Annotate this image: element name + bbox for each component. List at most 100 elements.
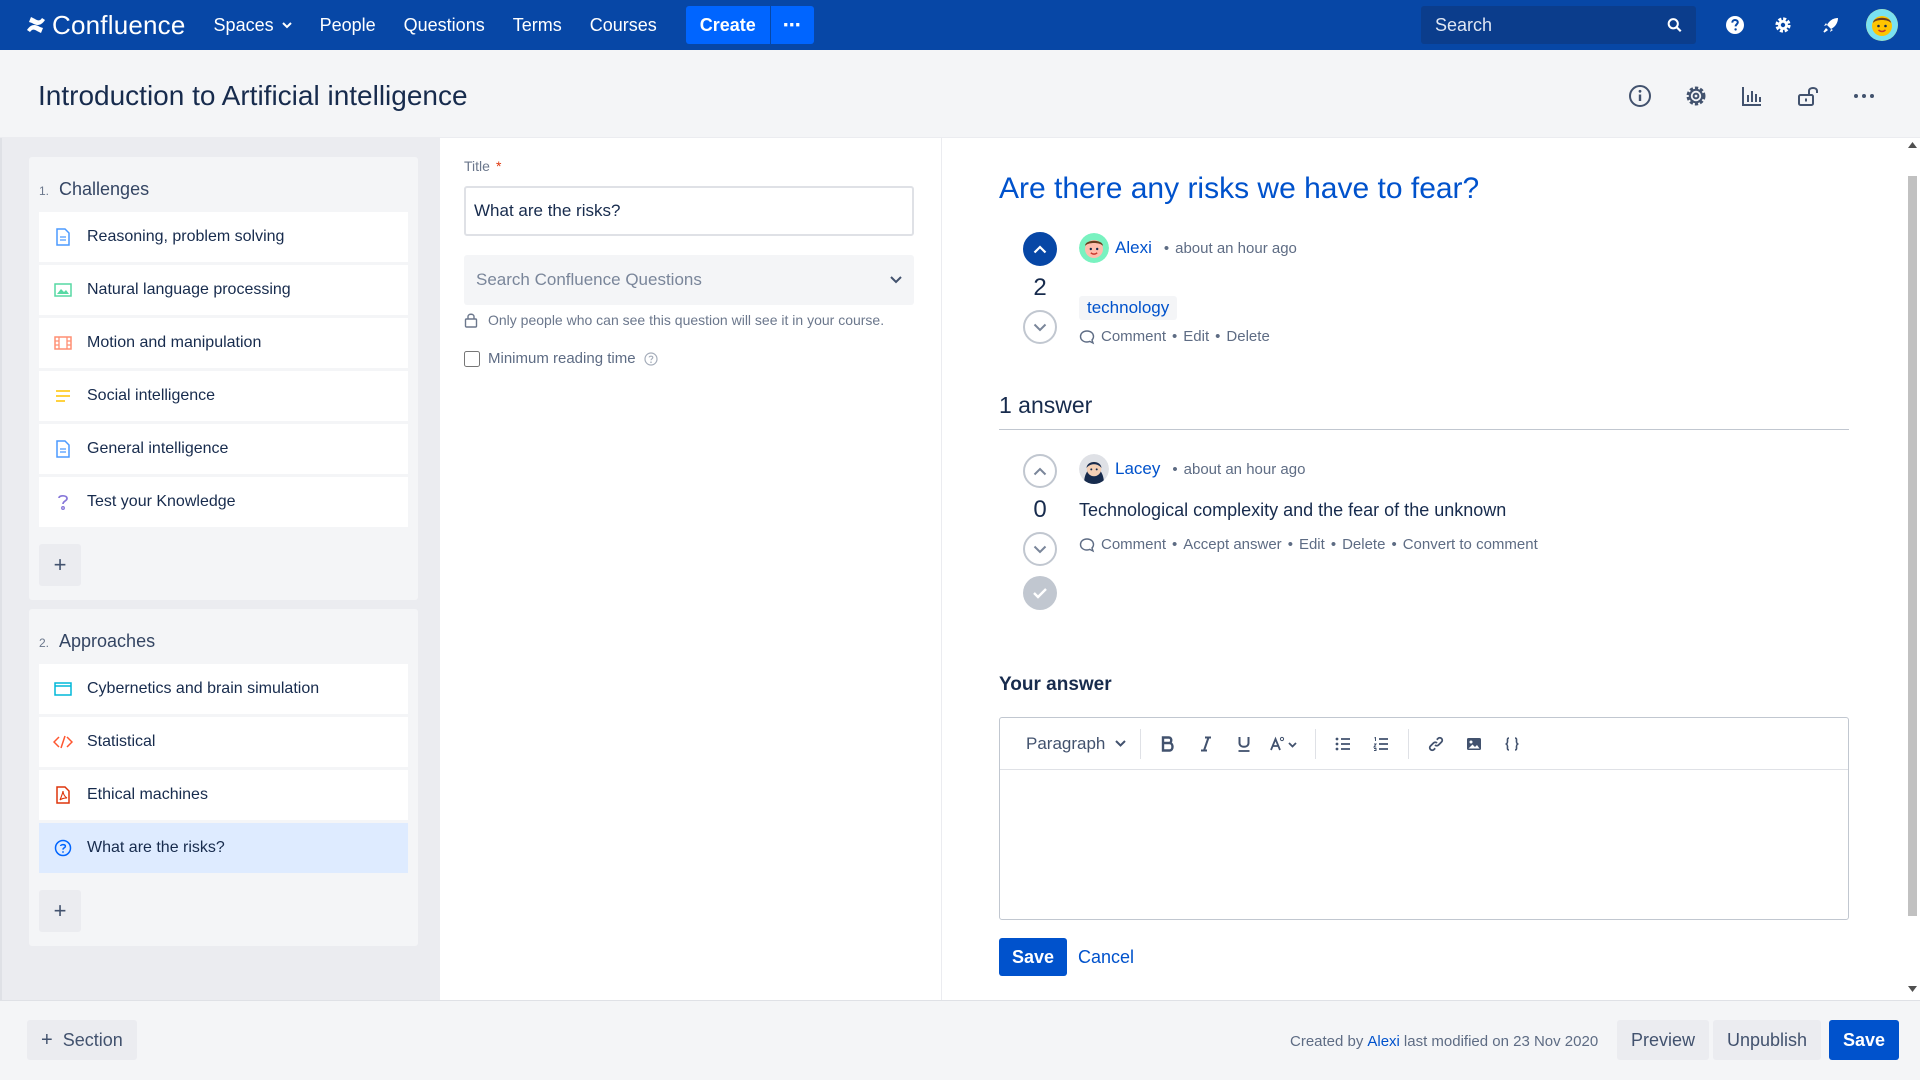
outline-item-label: Social intelligence (87, 387, 216, 404)
title-input[interactable] (464, 186, 914, 236)
page-header: Introduction to Artificial intelligence (0, 50, 1920, 138)
confluence-questions-select[interactable]: Search Confluence Questions (464, 255, 914, 305)
section-header[interactable]: 1. Challenges (39, 167, 408, 212)
question-meta: Alexi • about an hour ago (1079, 233, 1297, 263)
preview-button[interactable]: Preview (1617, 1020, 1710, 1060)
minimum-reading-checkbox[interactable] (464, 350, 480, 367)
tag-technology[interactable]: technology (1079, 296, 1178, 320)
outline-item-statistical[interactable]: Statistical (39, 717, 408, 767)
outline-item-label: Motion and manipulation (87, 334, 262, 351)
question-author[interactable]: Alexi (1115, 238, 1152, 258)
question-actions: Comment • Edit • Delete (1079, 328, 1270, 345)
outline-item-ethical[interactable]: Ethical machines (39, 770, 408, 820)
avatar[interactable] (1079, 454, 1109, 484)
editor-toolbar: Paragraph (1000, 718, 1848, 770)
comment-link[interactable]: Comment (1101, 328, 1166, 345)
page-info-button[interactable] (1622, 78, 1658, 114)
section-title: Challenges (59, 179, 150, 199)
delete-link[interactable]: Delete (1342, 536, 1385, 553)
convert-to-comment-link[interactable]: Convert to comment (1403, 536, 1538, 553)
creator-link[interactable]: Alexi (1367, 1033, 1400, 1050)
comment-link[interactable]: Comment (1101, 536, 1166, 553)
notifications-button[interactable] (1814, 8, 1848, 42)
chevron-down-icon (281, 21, 292, 28)
bold-button[interactable] (1149, 729, 1187, 759)
edit-link[interactable]: Edit (1299, 536, 1325, 553)
downvote-button[interactable] (1023, 310, 1057, 344)
accept-answer-link[interactable]: Accept answer (1183, 536, 1281, 553)
checkmark-icon (1033, 588, 1047, 599)
accept-answer-button[interactable] (1023, 576, 1057, 610)
vertical-scrollbar[interactable] (1905, 138, 1920, 1000)
outline-item-motion[interactable]: Motion and manipulation (39, 318, 408, 368)
delete-link[interactable]: Delete (1226, 328, 1269, 345)
scrollbar-thumb[interactable] (1908, 176, 1917, 916)
page-settings-button[interactable] (1678, 78, 1714, 114)
scroll-down-icon[interactable] (1908, 986, 1917, 992)
outline-item-risks[interactable]: What are the risks? (39, 823, 408, 873)
avatar-icon (1866, 9, 1898, 41)
outline-item-reasoning[interactable]: Reasoning, problem solving (39, 212, 408, 262)
text-color-icon (1270, 736, 1298, 750)
window-icon (53, 682, 73, 696)
create-more-button[interactable]: ⋯ (769, 6, 814, 44)
underline-button[interactable] (1225, 729, 1263, 759)
nav-spaces[interactable]: Spaces (214, 15, 292, 36)
avatar[interactable] (1079, 233, 1109, 263)
paragraph-style-dropdown[interactable]: Paragraph (1026, 728, 1142, 759)
answer-editor-body[interactable] (1000, 770, 1848, 920)
help-button[interactable] (1718, 8, 1752, 42)
edit-link[interactable]: Edit (1183, 328, 1209, 345)
upvote-button[interactable] (1023, 232, 1057, 266)
outline-item-nlp[interactable]: Natural language processing (39, 265, 408, 315)
outline-item-test[interactable]: Test your Knowledge (39, 477, 408, 527)
image-button[interactable] (1455, 729, 1493, 759)
save-answer-button[interactable]: Save (999, 938, 1068, 976)
text-style-dropdown[interactable] (1263, 729, 1307, 759)
page-analytics-button[interactable] (1734, 78, 1770, 114)
answer-text: Technological complexity and the fear of… (1079, 500, 1507, 520)
minimum-reading-time[interactable]: Minimum reading time (464, 350, 658, 367)
outline-item-label: Test your Knowledge (87, 493, 236, 510)
settings-button[interactable] (1766, 8, 1800, 42)
add-section-button[interactable]: + Section (27, 1020, 137, 1060)
search-icon[interactable] (1667, 16, 1682, 34)
confluence-logo[interactable]: Confluence (26, 10, 186, 41)
nav-questions[interactable]: Questions (404, 15, 485, 36)
create-button[interactable]: Create (685, 6, 770, 44)
unlock-icon (1798, 87, 1818, 106)
section-header[interactable]: 2. Approaches (39, 619, 408, 664)
user-avatar[interactable] (1866, 9, 1898, 41)
page-restrictions-button[interactable] (1790, 78, 1826, 114)
link-button[interactable] (1417, 729, 1455, 759)
italic-button[interactable] (1187, 729, 1225, 759)
unpublish-button[interactable]: Unpublish (1713, 1020, 1822, 1060)
info-icon (1629, 85, 1651, 107)
answer-author[interactable]: Lacey (1115, 459, 1160, 479)
question-title[interactable]: Are there any risks we have to fear? (999, 172, 1479, 206)
page-title: Introduction to Artificial intelligence (38, 80, 468, 111)
cancel-answer-button[interactable]: Cancel (1076, 938, 1136, 976)
nav-courses[interactable]: Courses (590, 15, 657, 36)
outline-item-label: Natural language processing (87, 281, 291, 298)
page-more-button[interactable] (1846, 78, 1882, 114)
code-block-button[interactable] (1493, 729, 1531, 759)
more-icon (1854, 94, 1874, 98)
nav-people[interactable]: People (320, 15, 376, 36)
outline-item-social[interactable]: Social intelligence (39, 371, 408, 421)
add-item-button[interactable]: + (39, 890, 81, 932)
outline-item-general[interactable]: General intelligence (39, 424, 408, 474)
save-page-button[interactable]: Save (1829, 1020, 1900, 1060)
outline-item-cybernetics[interactable]: Cybernetics and brain simulation (39, 664, 408, 714)
upvote-button[interactable] (1023, 454, 1057, 488)
numbered-list-button[interactable] (1362, 729, 1400, 759)
avatar-icon (1079, 233, 1109, 263)
add-item-button[interactable]: + (39, 544, 81, 586)
bullet-list-button[interactable] (1324, 729, 1362, 759)
nav-terms[interactable]: Terms (513, 15, 562, 36)
outline-item-label: Reasoning, problem solving (87, 228, 285, 245)
downvote-button[interactable] (1023, 532, 1057, 566)
scroll-up-icon[interactable] (1908, 142, 1917, 148)
help-circle-icon[interactable] (643, 351, 658, 366)
search-input[interactable] (1435, 14, 1667, 36)
